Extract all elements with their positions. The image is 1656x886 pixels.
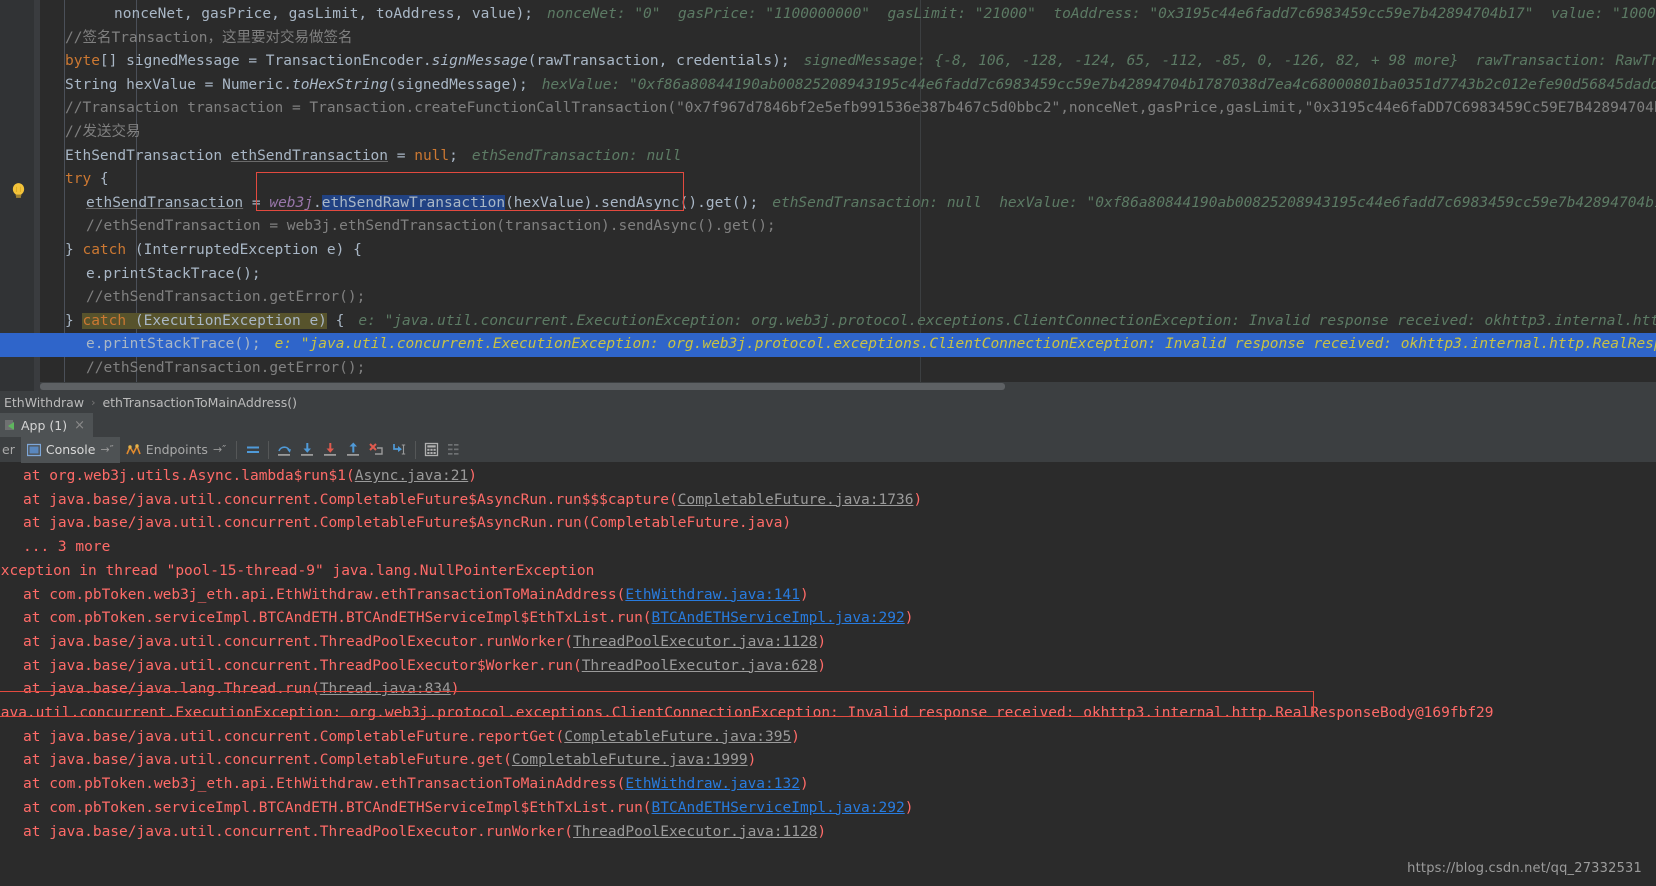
code-line[interactable]: ethSendTransaction = web3j.ethSendRawTra… <box>40 192 1656 216</box>
console-icon <box>26 443 41 457</box>
stacktrace-link[interactable]: EthWithdraw.java:141 <box>625 587 800 603</box>
stacktrace-link[interactable]: ThreadPoolExecutor.java:1128 <box>573 634 817 650</box>
console-line: ... 3 more <box>23 539 111 556</box>
console-line: at java.base/java.util.concurrent.Comple… <box>23 728 800 745</box>
code-line[interactable]: EthSendTransaction ethSendTransaction = … <box>40 145 1656 169</box>
console-line: at com.pbToken.web3j_eth.api.EthWithdraw… <box>23 776 809 793</box>
soft-wrap-button[interactable] <box>241 438 264 461</box>
console-line: at com.pbToken.serviceImpl.BTCAndETH.BTC… <box>23 610 914 627</box>
toolbar-separator <box>268 440 270 459</box>
console-line: Exception in thread "pool-15-thread-9" j… <box>0 562 595 579</box>
settings-button[interactable] <box>443 438 466 461</box>
overflow-tab-label[interactable]: er <box>0 437 21 463</box>
code-line[interactable]: try { <box>40 168 1656 192</box>
tab-endpoints-label: Endpoints <box>145 442 208 457</box>
code-line[interactable]: //签名Transaction，这里要对交易做签名 <box>40 27 1656 51</box>
evaluate-expression-button[interactable] <box>420 438 443 461</box>
code-line[interactable]: e.printStackTrace(); <box>40 263 1656 287</box>
run-tool-window-tabbar: App (1) × <box>0 413 1656 437</box>
run-to-cursor-button[interactable] <box>388 438 411 461</box>
tab-console[interactable]: Console →″ <box>20 436 120 463</box>
console-line: at com.pbToken.web3j_eth.api.EthWithdraw… <box>23 586 809 603</box>
console-line: at java.base/java.util.concurrent.Comple… <box>23 515 792 532</box>
console-line: at java.base/java.util.concurrent.Thread… <box>23 657 827 674</box>
breadcrumb-class[interactable]: EthWithdraw <box>4 395 84 410</box>
run-tab-app[interactable]: App (1) × <box>0 413 94 437</box>
intention-bulb-icon[interactable] <box>11 182 26 200</box>
code-lines-container[interactable]: nonceNet, gasPrice, gasLimit, toAddress,… <box>0 0 1656 391</box>
close-icon[interactable]: × <box>74 419 85 432</box>
code-line[interactable]: //发送交易 <box>40 121 1656 145</box>
stacktrace-link[interactable]: BTCAndETHServiceImpl.java:292 <box>652 610 905 626</box>
console-line: at java.base/java.util.concurrent.Thread… <box>23 633 827 650</box>
step-over-button[interactable] <box>273 438 296 461</box>
console-toolbar[interactable]: er Console →″ Endpoints →″ <box>0 436 1656 463</box>
stacktrace-link[interactable]: EthWithdraw.java:132 <box>625 776 800 792</box>
stacktrace-link[interactable]: CompletableFuture.java:1999 <box>512 752 748 768</box>
code-line[interactable]: //ethSendTransaction.getError(); <box>40 357 1656 381</box>
code-line[interactable]: //ethSendTransaction.getError(); <box>40 286 1656 310</box>
ide-window: nonceNet, gasPrice, gasLimit, toAddress,… <box>0 0 1656 886</box>
console-line: at java.base/java.util.concurrent.Thread… <box>23 823 827 840</box>
toolbar-separator <box>415 440 417 459</box>
pin-icon[interactable]: →″ <box>100 443 113 456</box>
code-line[interactable]: e.printStackTrace(); e: "java.util.concur… <box>40 333 1656 357</box>
stacktrace-link[interactable]: ThreadPoolExecutor.java:628 <box>582 658 818 674</box>
console-line: at com.pbToken.serviceImpl.BTCAndETH.BTC… <box>23 799 914 816</box>
console-line: at java.base/java.util.concurrent.Comple… <box>23 491 923 508</box>
run-app-icon <box>4 419 17 432</box>
breadcrumb-method[interactable]: ethTransactionToMainAddress() <box>102 395 297 410</box>
force-step-into-button[interactable] <box>319 438 342 461</box>
console-line: at org.web3j.utils.Async.lambda$run$1(As… <box>23 468 477 484</box>
breadcrumb[interactable]: EthWithdraw › ethTransactionToMainAddres… <box>0 391 1656 413</box>
console-output[interactable]: at org.web3j.utils.Async.lambda$run$1(As… <box>0 463 1656 886</box>
stacktrace-link[interactable]: CompletableFuture.java:395 <box>564 729 791 745</box>
pin-icon[interactable]: →″ <box>213 443 226 456</box>
code-line[interactable]: //Transaction transaction = Transaction.… <box>40 97 1656 121</box>
code-line[interactable]: byte[] signedMessage = TransactionEncode… <box>40 50 1656 74</box>
step-out-button[interactable] <box>342 438 365 461</box>
stacktrace-link[interactable]: Async.java:21 <box>355 468 469 484</box>
toolbar-separator <box>236 440 238 459</box>
console-line: at java.base/java.lang.Thread.run(Thread… <box>23 681 460 698</box>
endpoints-icon <box>126 443 141 457</box>
tab-console-label: Console <box>45 442 96 457</box>
step-into-button[interactable] <box>296 438 319 461</box>
code-line[interactable]: } catch (ExecutionException e) {e: "java… <box>40 310 1656 334</box>
code-line[interactable]: } catch (InterruptedException e) { <box>40 239 1656 263</box>
editor-horizontal-scrollbar[interactable] <box>40 382 1656 391</box>
watermark: https://blog.csdn.net/qq_27332531 <box>1407 861 1642 876</box>
code-editor[interactable]: nonceNet, gasPrice, gasLimit, toAddress,… <box>0 0 1656 391</box>
stacktrace-link[interactable]: ThreadPoolExecutor.java:1128 <box>573 824 817 840</box>
code-line[interactable]: nonceNet, gasPrice, gasLimit, toAddress,… <box>40 3 1656 27</box>
stacktrace-link[interactable]: BTCAndETHServiceImpl.java:292 <box>652 800 905 816</box>
breadcrumb-separator-icon: › <box>91 395 96 409</box>
tab-endpoints[interactable]: Endpoints →″ <box>120 437 232 463</box>
stacktrace-link[interactable]: Thread.java:834 <box>320 681 451 697</box>
stacktrace-link[interactable]: CompletableFuture.java:1736 <box>678 492 914 508</box>
run-tab-label: App (1) <box>21 417 68 433</box>
code-line[interactable]: //ethSendTransaction = web3j.ethSendTran… <box>40 215 1656 239</box>
console-line: java.util.concurrent.ExecutionException:… <box>0 705 1494 721</box>
editor-scrollbar-thumb[interactable] <box>40 383 1005 390</box>
drop-frame-button[interactable] <box>365 438 388 461</box>
console-line: at java.base/java.util.concurrent.Comple… <box>23 752 757 769</box>
code-line[interactable]: String hexValue = Numeric.toHexString(si… <box>40 74 1656 98</box>
